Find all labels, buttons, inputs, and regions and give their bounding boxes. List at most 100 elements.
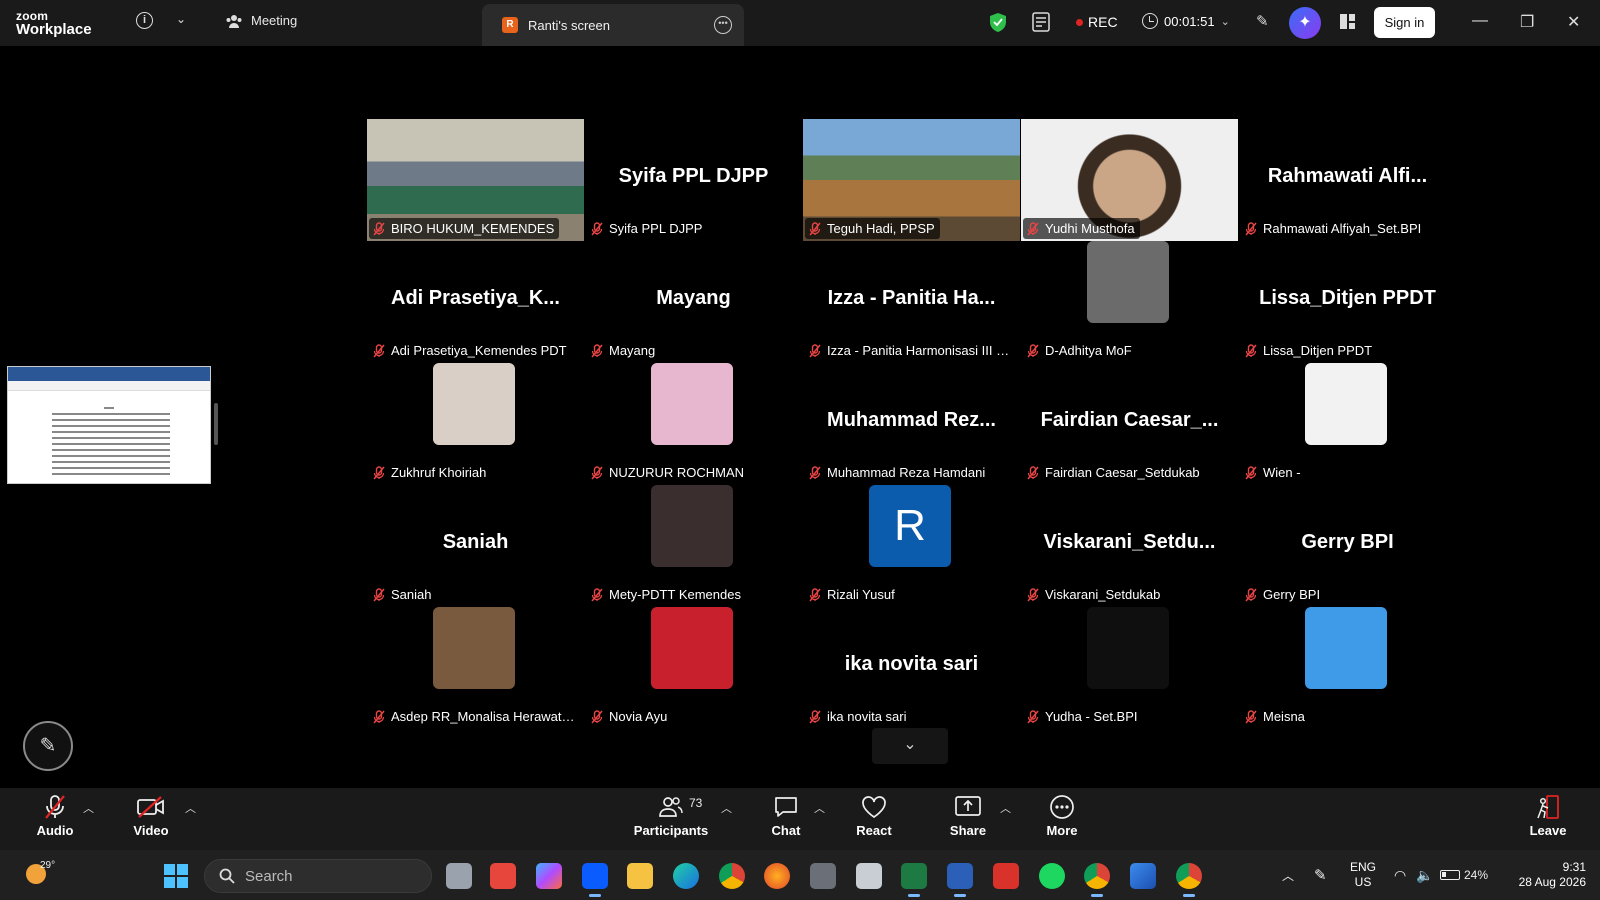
annotate-pencil-button[interactable]: ✎: [23, 721, 73, 771]
excel-icon[interactable]: [901, 863, 927, 897]
chevron-down-icon[interactable]: ⌄: [176, 12, 186, 26]
participant-tile[interactable]: Muhammad Rez... Muhammad Reza Hamdani: [803, 363, 1020, 485]
participant-tile[interactable]: Yudha - Set.BPI: [1021, 607, 1238, 729]
zoom-app-icon[interactable]: [582, 863, 608, 897]
participant-tile[interactable]: ika novita sari ika novita sari: [803, 607, 1020, 729]
input-language-indicator[interactable]: ENG US: [1350, 860, 1376, 890]
thumbnail-resize-handle[interactable]: [214, 403, 218, 445]
video-options-chevron-icon[interactable]: ︿: [185, 800, 196, 816]
chat-options-chevron-icon[interactable]: ︿: [814, 800, 825, 816]
participant-tile[interactable]: R Rizali Yusuf: [803, 485, 1020, 607]
participant-name-label: Izza - Panitia Harmonisasi III RP...: [805, 340, 1017, 361]
chrome-icon[interactable]: [719, 863, 745, 889]
participant-name-label: Meisna: [1241, 706, 1310, 727]
participant-tile[interactable]: Rahmawati Alfi... Rahmawati Alfiyah_Set.B…: [1239, 119, 1456, 241]
participant-tile[interactable]: Wien -: [1239, 363, 1456, 485]
participant-tile[interactable]: D-Adhitya MoF: [1021, 241, 1238, 363]
participant-gallery: BIRO HUKUM_KEMENDES Syifa PPL DJPP Syifa P…: [367, 119, 1456, 729]
participants-options-chevron-icon[interactable]: ︿: [721, 800, 732, 816]
participant-tile[interactable]: Teguh Hadi, PPSP: [803, 119, 1020, 241]
edge-browser-icon[interactable]: [673, 863, 699, 889]
recording-indicator[interactable]: REC: [1076, 14, 1118, 30]
more-dots-icon: [1049, 793, 1075, 821]
shield-icon[interactable]: [990, 13, 1006, 32]
microphone-muted-icon: [809, 709, 821, 723]
pdf-reader-icon[interactable]: [993, 863, 1019, 889]
participant-name: Viskarani_Setdukab: [1045, 587, 1161, 602]
file-explorer-icon[interactable]: [627, 863, 653, 889]
ai-companion-icon[interactable]: ✦: [1289, 7, 1321, 39]
participant-tile[interactable]: NUZURUR ROCHMAN: [585, 363, 802, 485]
share-label: Share: [949, 823, 987, 838]
share-button[interactable]: Share: [928, 793, 1008, 838]
participant-tile[interactable]: Mayang Mayang: [585, 241, 802, 363]
battery-indicator[interactable]: 24%: [1440, 850, 1488, 900]
meeting-timer[interactable]: 00:01:51 ⌄: [1142, 13, 1230, 29]
document-ribbon: [8, 367, 210, 381]
participant-tile[interactable]: Saniah Saniah: [367, 485, 584, 607]
system-clock[interactable]: 9:31 28 Aug 2026: [1510, 860, 1586, 890]
sign-in-button[interactable]: Sign in: [1374, 7, 1435, 38]
participant-name-label: Asdep RR_Monalisa Herawati R...: [369, 706, 581, 727]
participant-tile[interactable]: Viskarani_Setdu... Viskarani_Setdukab: [1021, 485, 1238, 607]
screen-share-tab[interactable]: R Ranti's screen •••: [482, 4, 744, 46]
chrome-profile-icon[interactable]: [1084, 863, 1110, 897]
video-button[interactable]: Video: [111, 793, 191, 838]
office-app-icon[interactable]: [490, 863, 516, 889]
participant-tile[interactable]: Asdep RR_Monalisa Herawati R...: [367, 607, 584, 729]
share-options-chevron-icon[interactable]: ︿: [1000, 800, 1011, 816]
participant-name-label: Lissa_Ditjen PPDT: [1241, 340, 1378, 361]
pen-menu-icon[interactable]: ✎: [1314, 850, 1327, 900]
printer-icon[interactable]: [856, 863, 882, 889]
close-window-icon[interactable]: ✕: [1567, 12, 1580, 32]
volume-icon[interactable]: 🔈: [1416, 850, 1433, 900]
participant-avatar: [1087, 241, 1169, 323]
spotify-icon[interactable]: [1039, 863, 1065, 889]
restore-window-icon[interactable]: ❐: [1520, 12, 1534, 32]
clock-date: 28 Aug 2026: [1518, 875, 1586, 889]
more-button[interactable]: More: [1022, 793, 1102, 838]
meeting-info-icon[interactable]: i: [136, 12, 153, 29]
participant-tile[interactable]: Syifa PPL DJPP Syifa PPL DJPP: [585, 119, 802, 241]
participant-tile[interactable]: Lissa_Ditjen PPDT Lissa_Ditjen PPDT: [1239, 241, 1456, 363]
audio-options-chevron-icon[interactable]: ︿: [83, 800, 94, 816]
chrome-second-profile-icon[interactable]: [1176, 863, 1202, 897]
taskbar-search-box[interactable]: Search: [204, 859, 432, 893]
photos-icon[interactable]: [1130, 863, 1156, 889]
show-hidden-icons-icon[interactable]: ︿: [1282, 850, 1294, 900]
participant-tile[interactable]: Gerry BPI Gerry BPI: [1239, 485, 1456, 607]
calculator-icon[interactable]: [810, 863, 836, 889]
participant-tile[interactable]: BIRO HUKUM_KEMENDES: [367, 119, 584, 241]
participant-name-label: Zukhruf Khoiriah: [369, 462, 492, 483]
more-options-icon[interactable]: •••: [714, 16, 732, 34]
microphone-muted-icon: [1245, 587, 1257, 601]
participant-tile[interactable]: Adi Prasetiya_K... Adi Prasetiya_Kemendes…: [367, 241, 584, 363]
minimize-window-icon[interactable]: —: [1472, 12, 1488, 30]
annotate-pen-icon[interactable]: ✎: [1256, 12, 1269, 30]
participant-tile[interactable]: Zukhruf Khoiriah: [367, 363, 584, 485]
shared-screen-thumbnail[interactable]: [7, 366, 211, 484]
microphone-muted-icon: [1245, 465, 1257, 479]
task-view-icon[interactable]: [446, 863, 472, 889]
notes-icon[interactable]: [1032, 12, 1050, 32]
participant-tile[interactable]: Mety-PDTT Kemendes: [585, 485, 802, 607]
participant-tile[interactable]: Izza - Panitia Ha... Izza - Panitia Harmo…: [803, 241, 1020, 363]
view-layout-icon[interactable]: [1340, 14, 1355, 29]
copilot-icon[interactable]: [536, 863, 562, 889]
participant-tile[interactable]: Fairdian Caesar_... Fairdian Caesar_Setdu…: [1021, 363, 1238, 485]
leave-button[interactable]: Leave: [1508, 793, 1588, 838]
react-button[interactable]: React: [834, 793, 914, 838]
firefox-icon[interactable]: [764, 863, 790, 889]
record-dot-icon: [1076, 18, 1083, 26]
participant-tile[interactable]: Meisna: [1239, 607, 1456, 729]
windows-start-icon[interactable]: [164, 864, 188, 888]
meeting-tab[interactable]: Meeting: [226, 13, 297, 28]
participant-name: ika novita sari: [827, 709, 907, 724]
wifi-icon[interactable]: ◠: [1394, 850, 1406, 900]
timer-value: 00:01:51: [1164, 13, 1215, 29]
gallery-next-page-button[interactable]: ⌄: [872, 728, 948, 764]
participant-tile[interactable]: Yudhi Musthofa: [1021, 119, 1238, 241]
clock-time: 9:31: [1562, 860, 1586, 874]
word-icon[interactable]: [947, 863, 973, 897]
participant-tile[interactable]: Novia Ayu: [585, 607, 802, 729]
